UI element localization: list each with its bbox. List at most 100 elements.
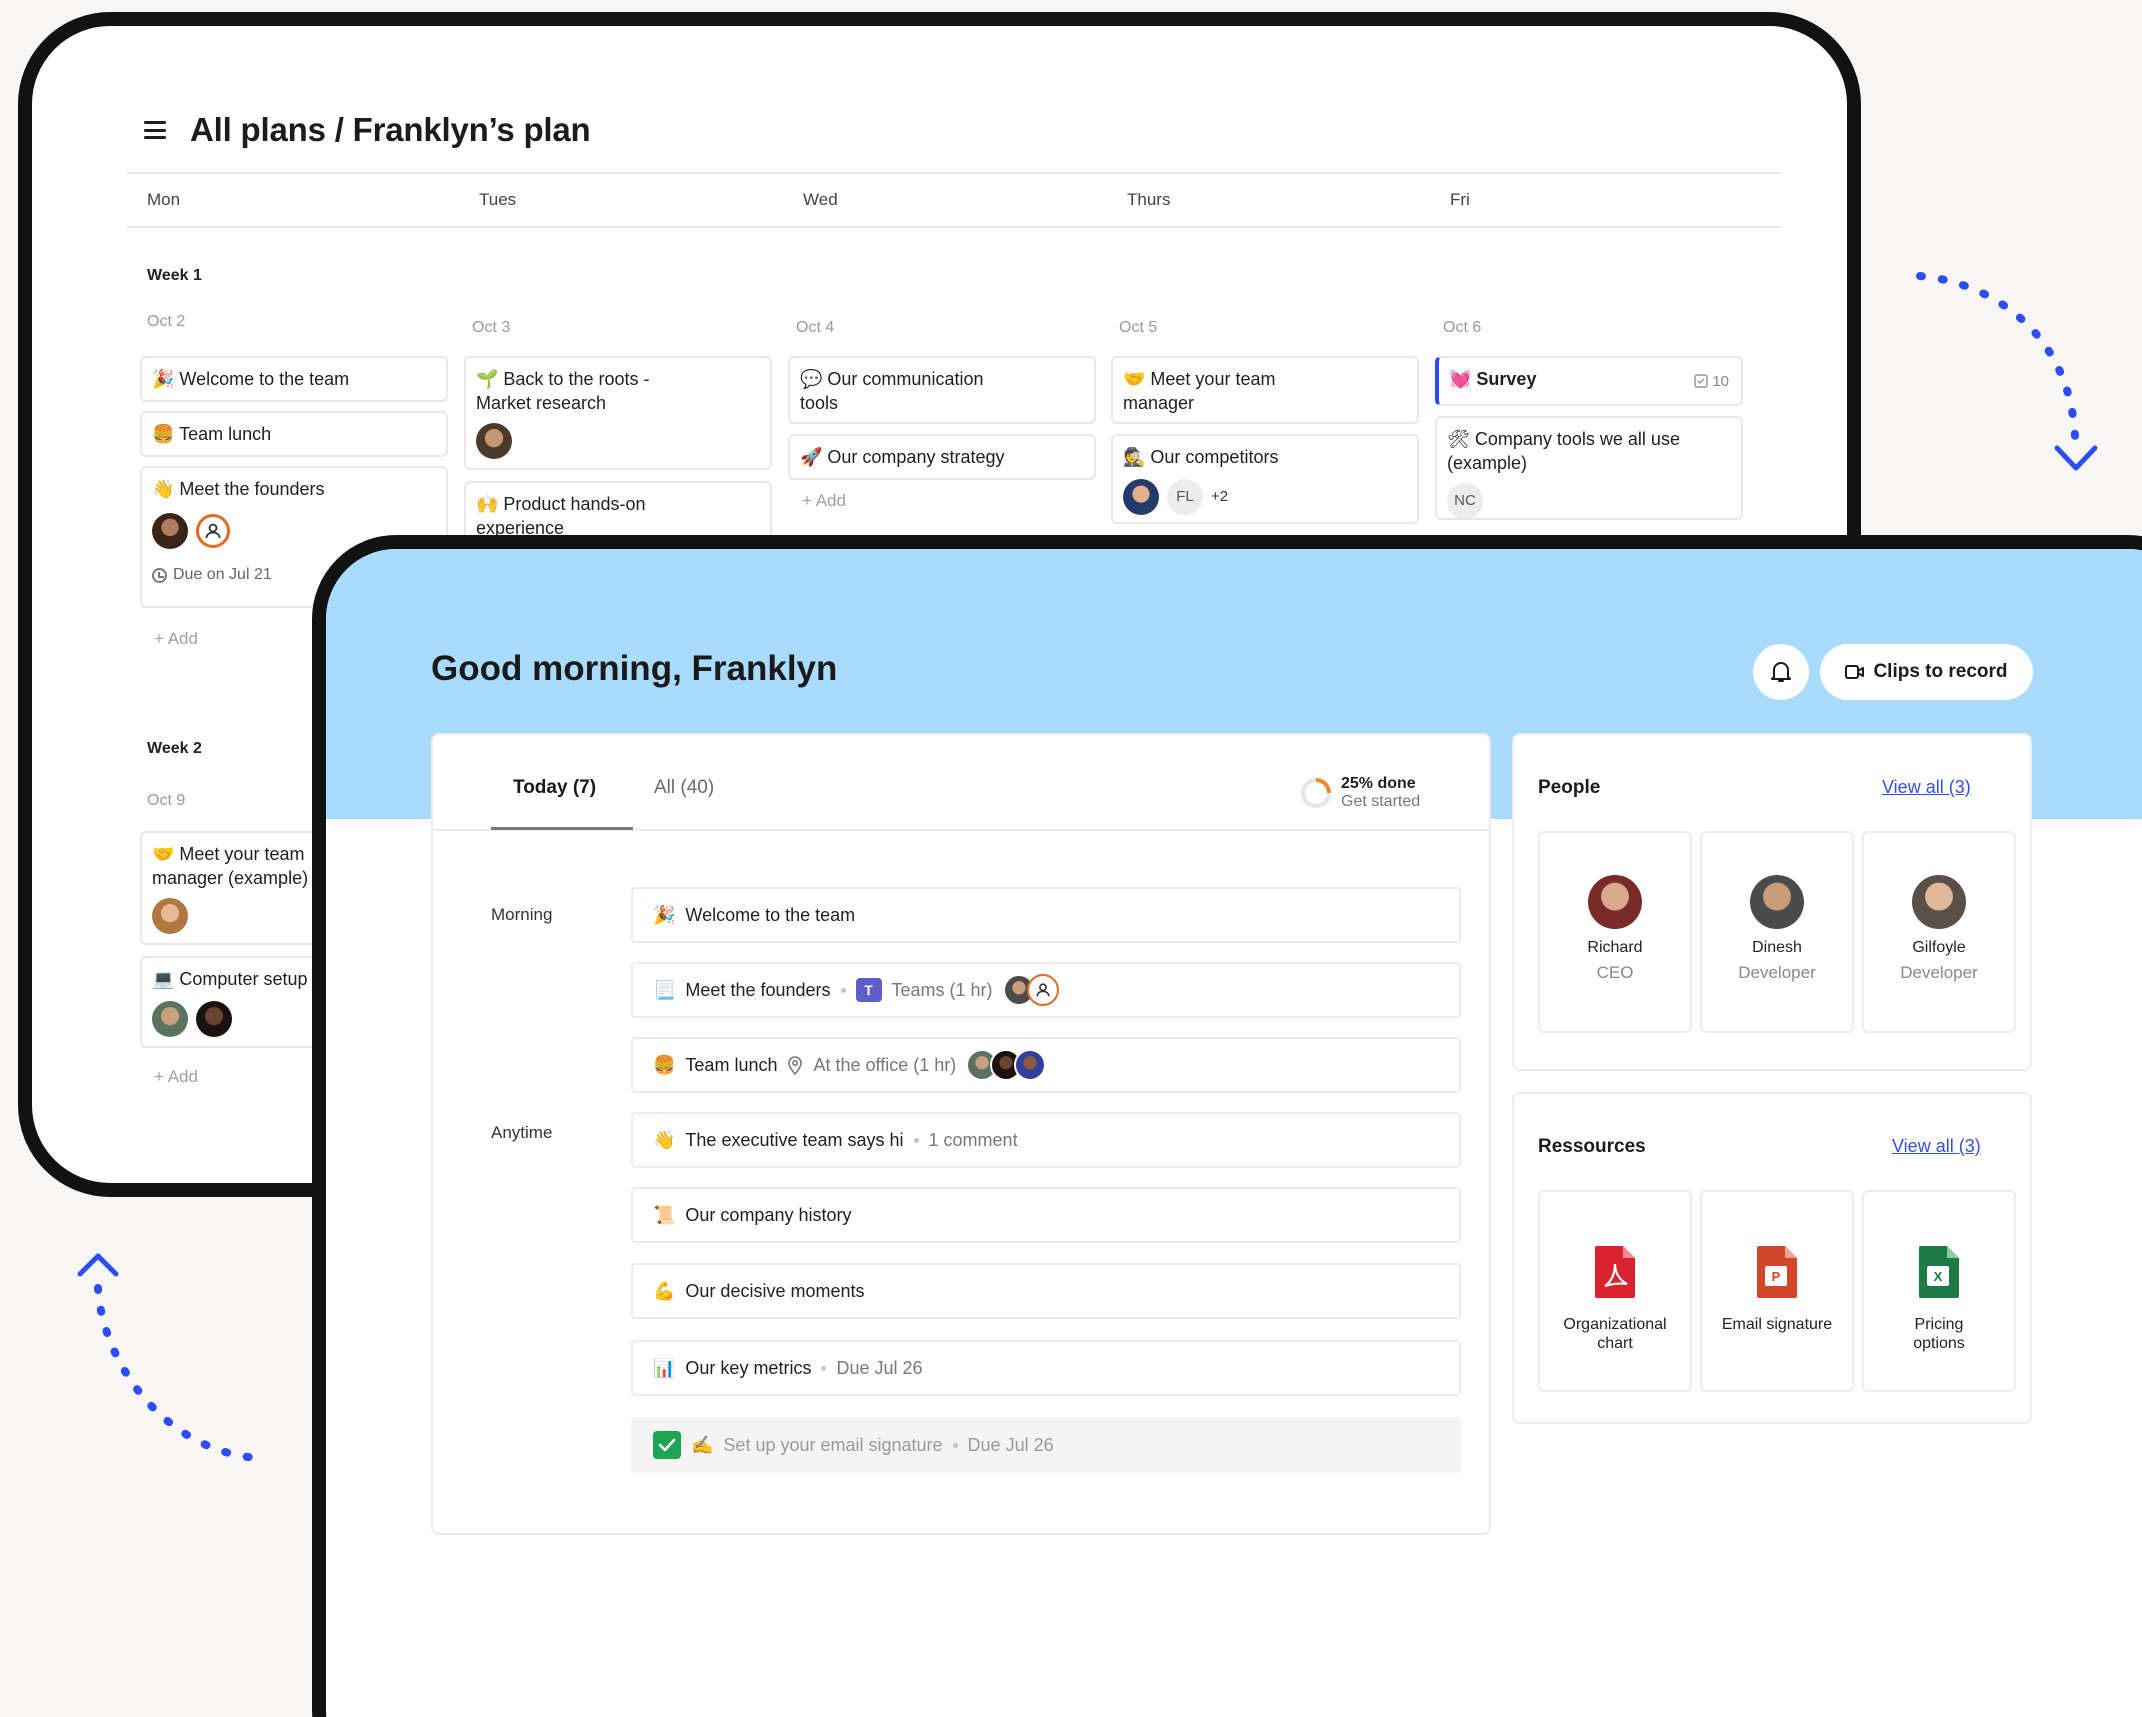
task-emoji: 👋 (653, 1129, 676, 1150)
plan-card-welcome[interactable]: 🎉 Welcome to the team (140, 356, 448, 402)
count-label: 10 (1712, 373, 1729, 390)
person-name: Richard (1587, 939, 1643, 956)
plan-card-product[interactable]: 🙌 Product hands-on experience (464, 481, 772, 541)
resource-name: Organizational chart (1563, 1316, 1667, 1352)
add-task-link[interactable]: + Add (154, 1067, 198, 1087)
avatar (1123, 479, 1159, 515)
task-emoji: 📃 (653, 979, 676, 1000)
add-task-link[interactable]: + Add (802, 491, 846, 511)
location-pin-icon (788, 1056, 803, 1075)
svg-text:P: P (1772, 1269, 1781, 1284)
plan-card-survey[interactable]: 💓 Survey 10 (1435, 356, 1743, 406)
task-row[interactable]: 📊 Our key metrics Due Jul 26 (631, 1340, 1461, 1396)
card-title: 👋 Meet the founders (152, 479, 325, 499)
plan-card-competitors[interactable]: 🕵️ Our competitors FL +2 (1111, 434, 1419, 524)
task-meta: At the office (1 hr) (813, 1054, 957, 1075)
curved-arrow-down-icon (1916, 272, 2098, 471)
assignee-avatars (966, 1049, 1047, 1081)
card-title-cont: Market research (476, 393, 607, 413)
card-title: 🛠 Company tools we all use (1447, 429, 1680, 449)
checkbox-checked-icon[interactable] (653, 1431, 681, 1459)
video-camera-icon (1845, 665, 1865, 679)
people-title: People (1538, 777, 1601, 798)
day-fri: Fri (1450, 190, 1470, 209)
tab-today[interactable]: Today (7) (513, 777, 596, 799)
tasks-panel: Today (7) All (40) 25% done Get started … (431, 733, 1491, 1535)
person-name: Dinesh (1752, 939, 1802, 956)
week-2-label: Week 2 (147, 740, 202, 757)
card-title: 🍔 Team lunch (152, 424, 272, 444)
task-row-completed[interactable]: ✍️ Set up your email signature Due Jul 2… (631, 1417, 1461, 1473)
resource-tile[interactable]: X Pricing options (1862, 1190, 2016, 1392)
task-row[interactable]: 💪 Our decisive moments (631, 1263, 1461, 1319)
plan-card-company-tools[interactable]: 🛠 Company tools we all use (example) NC (1435, 416, 1743, 520)
day-tue: Tues (479, 190, 517, 209)
resource-tile[interactable]: P Email signature (1700, 1190, 1854, 1392)
menu-icon[interactable] (144, 121, 166, 139)
card-title: 💓 Survey (1449, 369, 1537, 389)
day-thu: Thurs (1127, 190, 1171, 209)
svg-text:X: X (1934, 1269, 1943, 1284)
task-row[interactable]: 📃 Meet the founders T Teams (1 hr) (631, 962, 1461, 1018)
date-label: Oct 4 (796, 319, 835, 336)
resource-name: Pricing options (1913, 1316, 1965, 1352)
notifications-button[interactable] (1753, 644, 1809, 700)
due-label: Due on Jul 21 (173, 566, 272, 583)
avatar (476, 423, 512, 459)
task-title: Team lunch (685, 1054, 778, 1075)
resource-tile[interactable]: Organizational chart (1538, 1190, 1692, 1392)
card-title: 🚀 Our company strategy (800, 447, 1005, 467)
card-title: 🙌 Product hands-on (476, 494, 646, 514)
resources-view-all-link[interactable]: View all (3) (1892, 1136, 1981, 1157)
task-title: Our decisive moments (685, 1280, 865, 1301)
task-meta: 1 comment (928, 1129, 1018, 1150)
bell-icon (1771, 662, 1791, 682)
curved-arrow-up-icon (77, 1253, 261, 1462)
task-row[interactable]: 🍔 Team lunch At the office (1 hr) (631, 1037, 1461, 1093)
person-tile[interactable]: Gilfoyle Developer (1862, 831, 2016, 1033)
avatar (152, 1001, 188, 1037)
date-label: Oct 2 (147, 313, 186, 330)
person-role: CEO (1596, 963, 1634, 982)
task-emoji: 🎉 (653, 904, 676, 925)
teams-icon: T (855, 978, 882, 1002)
clips-to-record-button[interactable]: Clips to record (1820, 644, 2033, 700)
initials-avatar: NC (1447, 483, 1483, 519)
people-view-all-link[interactable]: View all (3) (1882, 777, 1971, 798)
person-tile[interactable]: Richard CEO (1538, 831, 1692, 1033)
separator-dot (913, 1137, 919, 1143)
person-tile[interactable]: Dinesh Developer (1700, 831, 1854, 1033)
person-icon (196, 514, 230, 548)
progress-indicator[interactable]: 25% done Get started (1301, 775, 1420, 811)
task-row[interactable]: 👋 The executive team says hi 1 comment (631, 1112, 1461, 1168)
plan-card-communication[interactable]: 💬 Our communication tools (788, 356, 1096, 424)
task-meta: Teams (1 hr) (891, 979, 993, 1000)
tab-all[interactable]: All (40) (654, 777, 714, 799)
task-emoji: 📜 (653, 1204, 676, 1225)
initials-avatar: FL (1167, 479, 1203, 515)
separator-dot (840, 987, 846, 993)
plan-card-roots[interactable]: 🌱 Back to the roots - Market research (464, 356, 772, 470)
task-meta: Due Jul 26 (836, 1357, 923, 1378)
excel-file-icon: X (1919, 1246, 1959, 1298)
week-1-label: Week 1 (147, 267, 202, 284)
task-emoji: 📊 (653, 1357, 676, 1378)
add-task-link[interactable]: + Add (154, 629, 198, 649)
clips-button-label: Clips to record (1873, 661, 2008, 682)
avatar (1588, 875, 1642, 929)
powerpoint-file-icon: P (1757, 1246, 1797, 1298)
task-row[interactable]: 🎉 Welcome to the team (631, 887, 1461, 943)
plan-card-team-manager[interactable]: 🤝 Meet your team manager (1111, 356, 1419, 424)
task-row[interactable]: 📜 Our company history (631, 1187, 1461, 1243)
active-tab-indicator (491, 827, 633, 830)
resource-name: Email signature (1721, 1316, 1833, 1333)
greeting-title: Good morning, Franklyn (431, 649, 838, 688)
plan-card-team-lunch[interactable]: 🍔 Team lunch (140, 411, 448, 457)
task-title: Set up your email signature (723, 1434, 943, 1455)
person-name: Gilfoyle (1912, 939, 1966, 956)
section-morning: Morning (491, 905, 553, 924)
separator-dot (821, 1365, 827, 1371)
plan-card-strategy[interactable]: 🚀 Our company strategy (788, 434, 1096, 480)
task-title: The executive team says hi (685, 1129, 904, 1150)
person-role: Developer (1900, 963, 1978, 982)
